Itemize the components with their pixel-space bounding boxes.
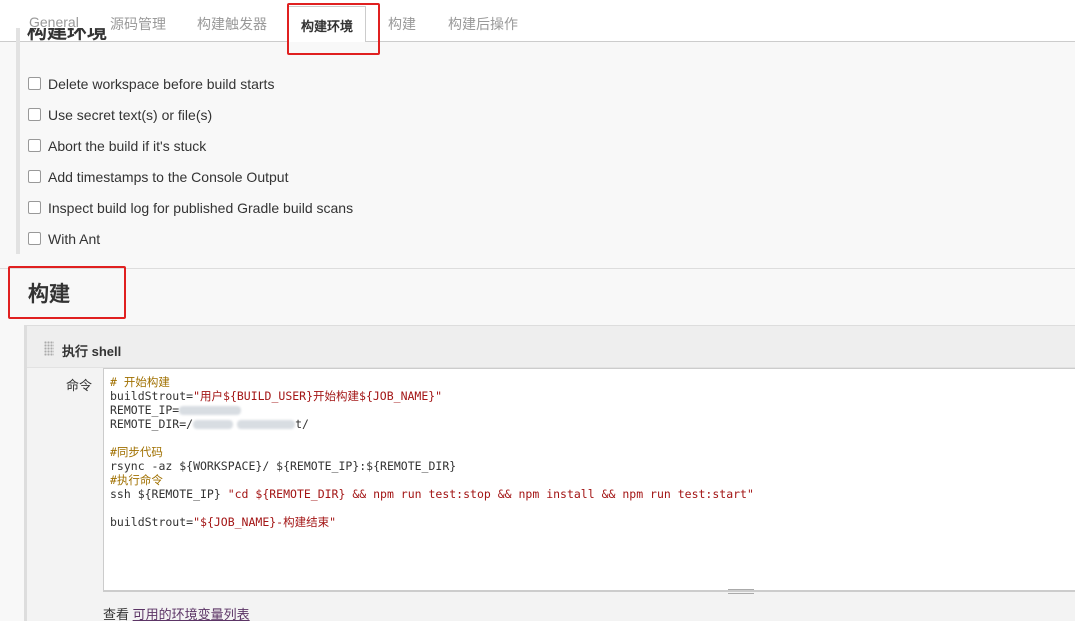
tab-build-triggers[interactable]: 构建触发器: [197, 14, 267, 34]
checkbox[interactable]: [28, 200, 41, 214]
tab-build-environment[interactable]: 构建环境: [288, 6, 367, 43]
checkbox[interactable]: [28, 169, 41, 183]
tab-build[interactable]: 构建: [388, 14, 416, 34]
build-section-title: 构建: [28, 283, 70, 306]
tab-source-control[interactable]: 源码管理: [110, 14, 166, 34]
section-indent-bar: [16, 28, 20, 254]
option-add-timestamps[interactable]: Add timestamps to the Console Output: [28, 167, 288, 187]
option-secret-text[interactable]: Use secret text(s) or file(s): [28, 105, 212, 125]
redacted-ip: [179, 406, 242, 415]
env-vars-row: 查看 可用的环境变量列表: [103, 607, 250, 621]
tab-bar: General 源码管理 构建触发器 构建环境 构建 构建后操作: [0, 0, 1075, 43]
option-delete-workspace[interactable]: Delete workspace before build starts: [28, 74, 274, 94]
checkbox[interactable]: [28, 231, 41, 245]
redacted-path: [193, 420, 234, 429]
textarea-bottom-border: [103, 591, 1075, 592]
tab-post-build-actions[interactable]: 构建后操作: [448, 14, 518, 34]
option-with-ant[interactable]: With Ant: [28, 229, 100, 249]
redacted-path: [237, 420, 296, 429]
command-label: 命令: [66, 378, 93, 393]
env-vars-link[interactable]: 可用的环境变量列表: [133, 607, 250, 621]
command-textarea[interactable]: # 开始构建 buildStrout="用户${BUILD_USER}开始构建${…: [103, 368, 1075, 591]
textarea-resize-handle[interactable]: [728, 589, 754, 594]
checkbox[interactable]: [28, 76, 41, 90]
drag-handle-icon[interactable]: [44, 341, 54, 356]
build-environment-heading: 构建环境: [27, 28, 107, 43]
option-gradle-scans[interactable]: Inspect build log for published Gradle b…: [28, 198, 353, 218]
checkbox[interactable]: [28, 138, 41, 152]
option-abort-stuck[interactable]: Abort the build if it's stuck: [28, 136, 206, 156]
execute-shell-title: 执行 shell: [62, 344, 122, 359]
execute-shell-header: [27, 326, 1075, 368]
checkbox[interactable]: [28, 107, 41, 121]
